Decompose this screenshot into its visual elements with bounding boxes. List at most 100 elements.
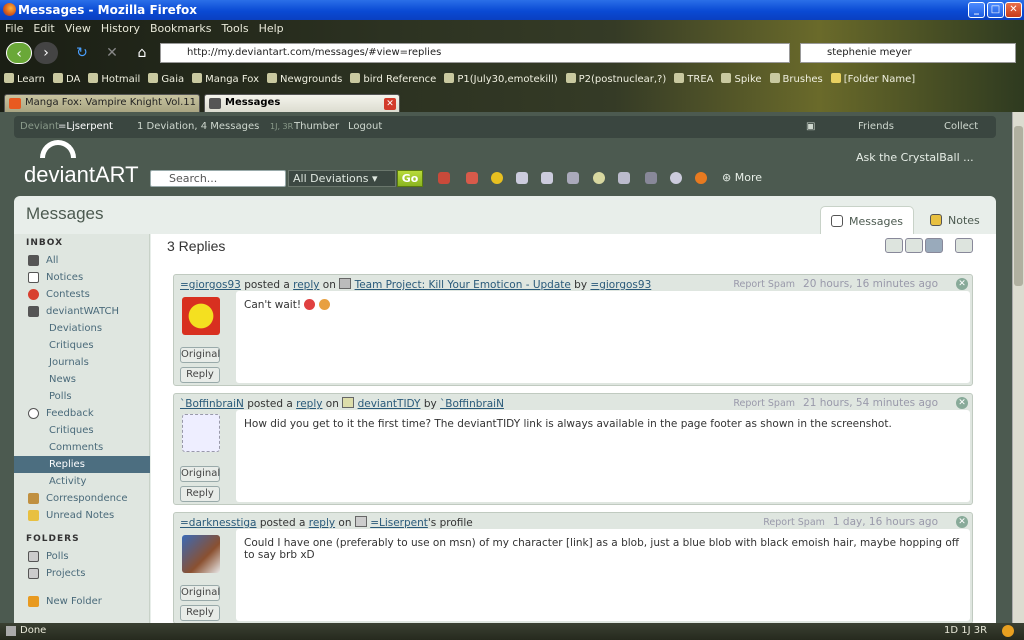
help-icon[interactable]: [695, 172, 707, 184]
reply-button[interactable]: Reply: [180, 367, 220, 383]
close-window-button[interactable]: ✕: [1005, 2, 1022, 18]
crystalball-link[interactable]: Ask the CrystalBall ...: [856, 151, 974, 164]
menu-tools[interactable]: Tools: [216, 20, 253, 37]
friends-menu[interactable]: Friends: [858, 121, 894, 132]
tools-icon[interactable]: [645, 172, 657, 184]
sidebar-item-deviations[interactable]: Deviations: [14, 320, 150, 337]
by-user-link[interactable]: =giorgos93: [590, 279, 651, 291]
bookmark-item[interactable]: P2(postnuclear,?): [565, 73, 666, 85]
bookmark-item[interactable]: DA: [52, 73, 80, 85]
view-list-button[interactable]: [885, 238, 903, 253]
folder-polls[interactable]: Polls: [14, 548, 150, 565]
home-button[interactable]: ⌂: [130, 42, 154, 64]
report-spam-link[interactable]: Report Spam: [733, 398, 795, 409]
view-compact-button[interactable]: [905, 238, 923, 253]
site-search-input[interactable]: Search...: [150, 170, 286, 187]
sidebar-item-notices[interactable]: Notices: [14, 269, 150, 286]
more-link[interactable]: ⊛ More: [722, 171, 762, 184]
bookmark-item[interactable]: bird Reference: [350, 73, 436, 85]
report-spam-link[interactable]: Report Spam: [763, 517, 825, 528]
original-button[interactable]: Original: [180, 585, 220, 601]
stop-button[interactable]: ✕: [100, 42, 124, 64]
sidebar-item-feedback-critiques[interactable]: Critiques: [14, 422, 150, 439]
sidebar-item-critiques[interactable]: Critiques: [14, 337, 150, 354]
smiley-icon[interactable]: [593, 172, 605, 184]
view-thumb-button[interactable]: [925, 238, 943, 253]
sidebar-item-deviantwatch[interactable]: deviantWATCH: [14, 303, 150, 320]
menu-edit[interactable]: Edit: [28, 20, 59, 37]
author-link[interactable]: `BoffinbraiN: [180, 398, 244, 410]
url-bar[interactable]: http://my.deviantart.com/messages/#view=…: [160, 43, 790, 63]
tab-messages-panel[interactable]: Messages: [820, 206, 914, 234]
sidebar-item-journals[interactable]: Journals: [14, 354, 150, 371]
by-user-link[interactable]: `BoffinbraiN: [440, 398, 504, 410]
target-link[interactable]: deviantTIDY: [358, 398, 421, 410]
original-button[interactable]: Original: [180, 466, 220, 482]
thumber-link[interactable]: Thumber: [294, 121, 339, 132]
logout-link[interactable]: Logout: [348, 121, 382, 132]
bookmark-item[interactable]: Gaia: [148, 73, 184, 85]
maximize-button[interactable]: □: [987, 2, 1004, 18]
sidebar-item-unread-notes[interactable]: Unread Notes: [14, 507, 150, 524]
close-tab-icon[interactable]: ✕: [384, 98, 396, 110]
remove-message-icon[interactable]: ✕: [956, 516, 968, 528]
speech-icon[interactable]: [670, 172, 682, 184]
tab-messages[interactable]: Messages ✕: [204, 94, 400, 112]
bookmark-folder[interactable]: [Folder Name]: [830, 73, 915, 85]
sort-button[interactable]: [955, 238, 973, 253]
avatar[interactable]: [182, 297, 220, 335]
message-counts-link[interactable]: 1 Deviation, 4 Messages: [137, 121, 259, 132]
remove-message-icon[interactable]: ✕: [956, 278, 968, 290]
menu-view[interactable]: View: [60, 20, 96, 37]
reply-link[interactable]: reply: [309, 517, 335, 529]
report-spam-link[interactable]: Report Spam: [733, 279, 795, 290]
tab-manga-fox[interactable]: Manga Fox: Vampire Knight Vol.11 Ch....: [4, 94, 200, 112]
status-counts[interactable]: 1D 1J 3R: [944, 625, 987, 636]
sidebar-item-polls[interactable]: Polls: [14, 388, 150, 405]
menu-help[interactable]: Help: [254, 20, 289, 37]
reply-button[interactable]: Reply: [180, 605, 220, 621]
sidebar-item-activity[interactable]: Activity: [14, 473, 150, 490]
original-button[interactable]: Original: [180, 347, 220, 363]
skull-icon[interactable]: [516, 172, 528, 184]
menu-file[interactable]: File: [0, 20, 28, 37]
go-button[interactable]: Go: [397, 170, 423, 187]
reply-link[interactable]: reply: [296, 398, 322, 410]
vertical-scrollbar[interactable]: [1012, 112, 1024, 623]
bookmark-item[interactable]: P1(July30,emotekill): [444, 73, 558, 85]
sidebar-item-correspondence[interactable]: Correspondence: [14, 490, 150, 507]
sidebar-item-comments[interactable]: Comments: [14, 439, 150, 456]
avatar[interactable]: [182, 414, 220, 452]
author-link[interactable]: =giorgos93: [180, 279, 241, 291]
menu-bookmarks[interactable]: Bookmarks: [145, 20, 216, 37]
badge-icon[interactable]: [541, 172, 553, 184]
forward-button[interactable]: ›: [34, 42, 58, 64]
bookmark-item[interactable]: Hotmail: [88, 73, 140, 85]
tv-icon[interactable]: [567, 172, 579, 184]
reply-link[interactable]: reply: [293, 279, 319, 291]
avatar[interactable]: [182, 535, 220, 573]
bookmark-item[interactable]: TREA: [674, 73, 713, 85]
search-bar[interactable]: stephenie meyer: [800, 43, 1016, 63]
sidebar-item-news[interactable]: News: [14, 371, 150, 388]
folder-projects[interactable]: Projects: [14, 565, 150, 582]
author-link[interactable]: =darknesstiga: [180, 517, 256, 529]
target-link[interactable]: Team Project: Kill Your Emoticon - Updat…: [355, 279, 571, 291]
shop-icon[interactable]: [466, 172, 478, 184]
target-link[interactable]: =Liserpent: [370, 517, 428, 529]
sidebar-item-contests[interactable]: Contests: [14, 286, 150, 303]
calendar-icon[interactable]: [618, 172, 630, 184]
star-icon[interactable]: [491, 172, 503, 184]
new-folder-button[interactable]: New Folder: [14, 593, 150, 610]
minimize-button[interactable]: _: [968, 2, 985, 18]
menu-history[interactable]: History: [96, 20, 145, 37]
chat-icon[interactable]: ▣: [806, 121, 815, 132]
category-select[interactable]: All Deviations ▾: [288, 170, 396, 187]
sidebar-item-replies[interactable]: Replies: [14, 456, 150, 473]
bookmark-item[interactable]: Learn: [4, 73, 45, 85]
remove-message-icon[interactable]: ✕: [956, 397, 968, 409]
bookmark-item[interactable]: Brushes: [769, 73, 823, 85]
username-link[interactable]: =Ljserpent: [58, 121, 113, 132]
bookmark-item[interactable]: Spike: [721, 73, 762, 85]
collect-menu[interactable]: Collect: [944, 121, 978, 132]
